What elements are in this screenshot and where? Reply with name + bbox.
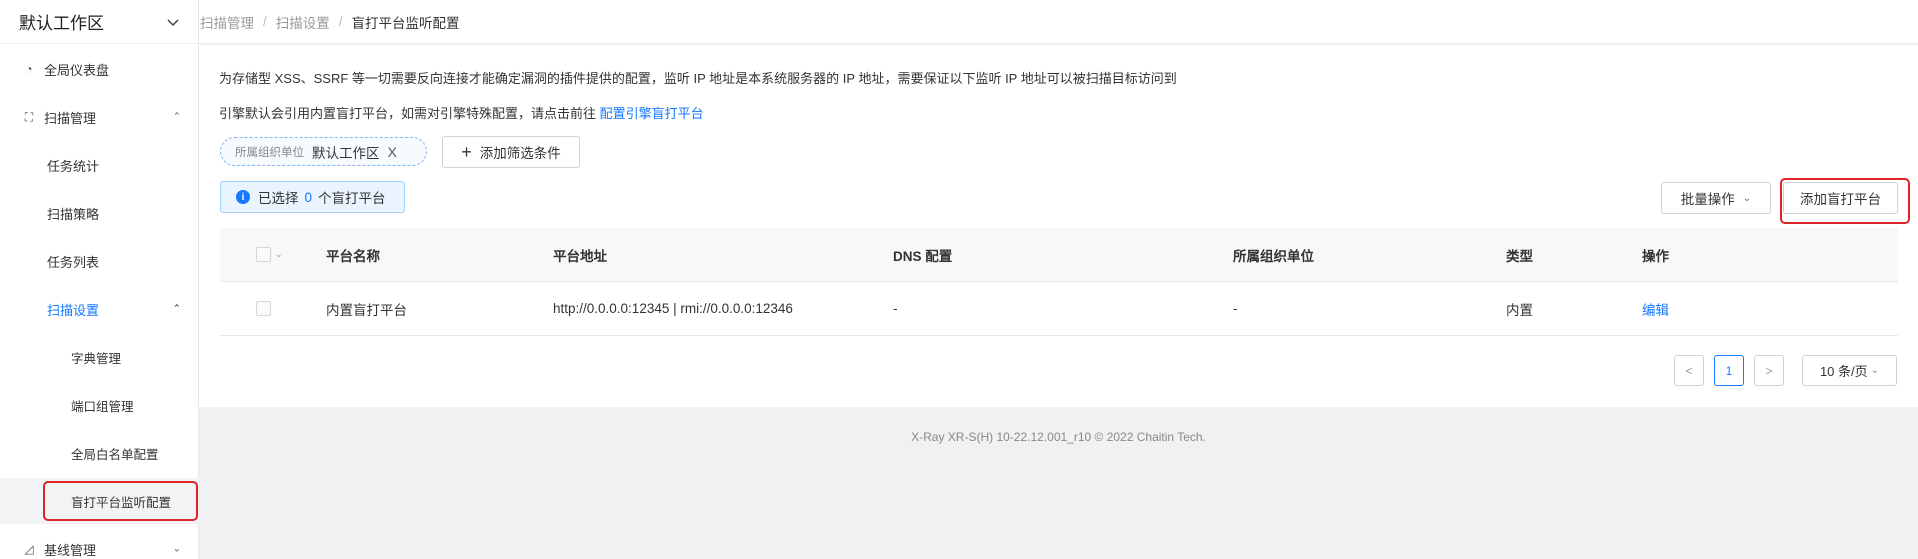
row-checkbox[interactable] (256, 301, 271, 316)
column-header: 平台名称 (326, 248, 380, 264)
configure-engine-link[interactable]: 配置引擎盲打平台 (600, 106, 704, 121)
add-filter-button[interactable]: + 添加筛选条件 (442, 136, 580, 168)
selection-suffix: 个盲打平台 (318, 191, 386, 206)
sidebar-item-task-stats[interactable]: 任务统计 (0, 142, 199, 188)
column-header: 所属组织单位 (1233, 248, 1314, 264)
breadcrumb: 扫描管理 / 扫描设置 / 盲打平台监听配置 (199, 0, 1918, 44)
platform-type: 内置 (1506, 302, 1533, 318)
sidebar: 默认工作区 ◔ 全局仪表盘 ⛶ 扫描管理 ⌃ 任务统计 扫描策略 任务列表 扫描… (0, 0, 199, 559)
sidebar-item-port-groups[interactable]: 端口组管理 (0, 382, 199, 428)
sidebar-item-label: 扫描策略 (47, 206, 100, 222)
selection-prefix: 已选择 (258, 191, 299, 206)
platform-address: http://0.0.0.0:12345 | rmi://0.0.0.0:123… (553, 301, 793, 316)
column-header: 平台地址 (553, 248, 607, 264)
page-size-select[interactable]: 10 条/页 ⌄ (1802, 355, 1897, 386)
org-unit: - (1233, 301, 1238, 316)
selection-info: i 已选择 0 个盲打平台 (220, 181, 405, 213)
edit-link[interactable]: 编辑 (1642, 299, 1669, 319)
dns-config: - (893, 301, 898, 316)
platform-name: 内置盲打平台 (326, 302, 407, 318)
column-header: 操作 (1642, 248, 1669, 264)
page-1-button[interactable]: 1 (1714, 355, 1744, 386)
sidebar-item-label: 任务列表 (47, 254, 100, 270)
breadcrumb-item[interactable]: 扫描管理 (200, 12, 254, 32)
table-row: 内置盲打平台 http://0.0.0.0:12345 | rmi://0.0.… (220, 282, 1898, 336)
next-page-button[interactable]: > (1754, 355, 1784, 386)
close-icon[interactable]: X (388, 144, 397, 160)
sidebar-item-blind-platform[interactable]: 盲打平台监听配置 (0, 478, 199, 524)
dashboard-icon: ◔ (25, 62, 33, 76)
chevron-up-icon: ⌃ (172, 111, 181, 123)
breadcrumb-current: 盲打平台监听配置 (351, 15, 460, 31)
chevron-down-icon: ⌄ (1742, 192, 1752, 204)
breadcrumb-item[interactable]: 扫描设置 (276, 12, 330, 32)
filter-chip-label: 所属组织单位 (235, 146, 304, 159)
filter-chip-org-unit[interactable]: 所属组织单位 默认工作区 X (220, 137, 427, 166)
selection-count: 0 (304, 189, 313, 205)
workspace-selector[interactable]: 默认工作区 (0, 0, 199, 44)
baseline-icon: ◿ (24, 542, 34, 556)
breadcrumb-separator: / (263, 14, 267, 29)
workspace-label: 默认工作区 (19, 14, 104, 33)
column-header: DNS 配置 (893, 248, 953, 264)
batch-actions-dropdown[interactable]: 批量操作 ⌄ (1661, 182, 1771, 214)
breadcrumb-separator: / (338, 14, 343, 29)
info-icon: i (236, 190, 250, 204)
sidebar-item-label: 全局白名单配置 (71, 447, 159, 462)
sidebar-item-baseline[interactable]: ◿ 基线管理 ⌄ (0, 526, 199, 559)
sidebar-item-label: 基线管理 (44, 542, 97, 558)
chevron-down-icon: ⌄ (1870, 365, 1880, 376)
sidebar-item-label: 端口组管理 (71, 399, 134, 414)
main-panel: 为存储型 XSS、SSRF 等一切需要反向连接才能确定漏洞的插件提供的配置，监听… (199, 45, 1918, 407)
checkbox (256, 301, 271, 316)
filter-chip-value: 默认工作区 (312, 145, 380, 161)
add-filter-label: 添加筛选条件 (479, 146, 561, 161)
sidebar-item-label: 任务统计 (47, 158, 100, 174)
sidebar-item-label: 扫描管理 (44, 110, 97, 126)
add-blind-platform-label: 添加盲打平台 (1800, 192, 1881, 207)
column-header: 类型 (1506, 248, 1533, 264)
platform-table: ⌄ 平台名称 平台地址 DNS 配置 所属组织单位 类型 操作 内置盲打平台 h… (220, 228, 1898, 336)
chevron-up-icon: ⌃ (172, 303, 181, 315)
sidebar-item-label: 扫描设置 (47, 302, 100, 318)
footer-text: X-Ray XR-S(H) 10-22.12.001_r10 © 2022 Ch… (911, 430, 1206, 444)
sidebar-item-label: 字典管理 (71, 351, 122, 366)
description-prefix: 引擎默认会引用内置盲打平台，如需对引擎特殊配置，请点击前往 (219, 106, 597, 121)
description-text-2: 引擎默认会引用内置盲打平台，如需对引擎特殊配置，请点击前往 配置引擎盲打平台 (219, 103, 704, 122)
sidebar-item-scan-settings[interactable]: 扫描设置 ⌃ (0, 286, 199, 332)
table-header: ⌄ 平台名称 平台地址 DNS 配置 所属组织单位 类型 操作 (220, 228, 1898, 282)
add-blind-platform-button[interactable]: 添加盲打平台 (1783, 182, 1898, 214)
chevron-down-icon: ⌄ (275, 249, 283, 259)
chevron-down-icon: ⌄ (172, 543, 181, 555)
description-text: 为存储型 XSS、SSRF 等一切需要反向连接才能确定漏洞的插件提供的配置，监听… (219, 71, 1177, 86)
prev-page-button[interactable]: < (1674, 355, 1704, 386)
highlight-box (43, 481, 198, 521)
batch-actions-label: 批量操作 (1680, 192, 1735, 207)
sidebar-item-global-whitelist[interactable]: 全局白名单配置 (0, 430, 199, 476)
chevron-down-icon (167, 18, 179, 26)
sidebar-item-task-list[interactable]: 任务列表 (0, 238, 199, 284)
sidebar-item-scan-management[interactable]: ⛶ 扫描管理 ⌃ (0, 94, 199, 140)
select-all-checkbox[interactable]: ⌄ (256, 247, 283, 262)
scan-icon: ⛶ (24, 109, 34, 124)
plus-icon: + (461, 142, 472, 162)
sidebar-item-label: 全局仪表盘 (44, 62, 110, 78)
sidebar-item-scan-policy[interactable]: 扫描策略 (0, 190, 199, 236)
sidebar-item-dashboard[interactable]: ◔ 全局仪表盘 (0, 46, 199, 92)
checkbox (256, 247, 271, 262)
sidebar-item-dictionary[interactable]: 字典管理 (0, 334, 199, 380)
page-size-label: 10 条/页 (1819, 364, 1868, 379)
